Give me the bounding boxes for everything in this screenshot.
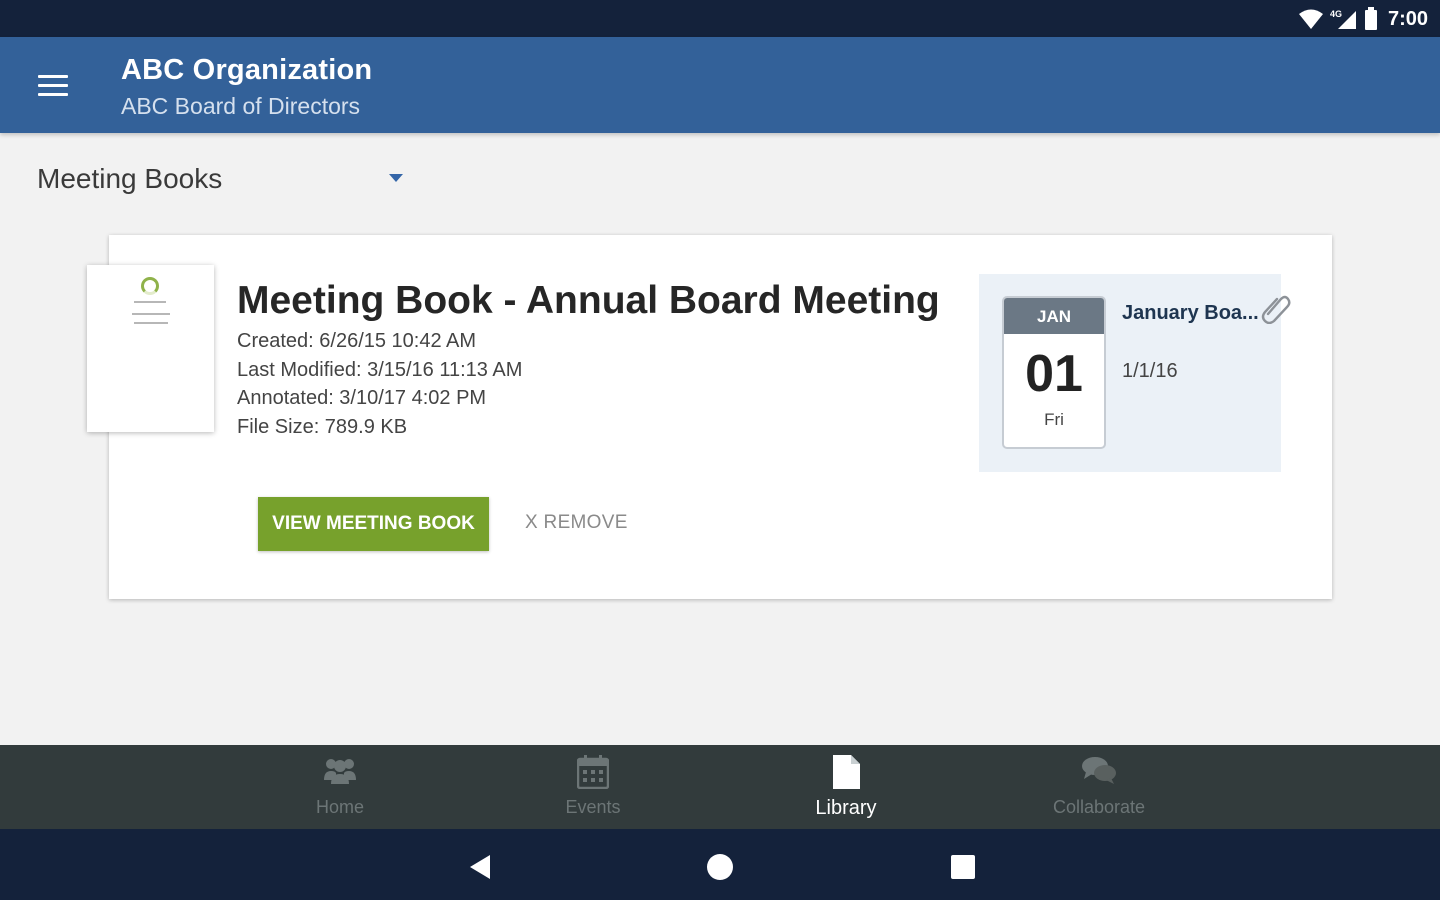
paperclip-icon bbox=[1261, 295, 1291, 324]
view-meeting-book-button[interactable]: VIEW MEETING BOOK bbox=[258, 497, 489, 551]
organization-logo-icon bbox=[141, 277, 159, 295]
nav-label-library: Library bbox=[815, 797, 877, 819]
network-type-label: 4G bbox=[1330, 9, 1342, 19]
library-filter-dropdown[interactable]: Meeting Books bbox=[28, 155, 418, 205]
nav-label-collaborate: Collaborate bbox=[1052, 797, 1146, 817]
meeting-book-thumbnail[interactable] bbox=[87, 265, 214, 432]
people-icon bbox=[324, 759, 356, 784]
board-subtitle: ABC Board of Directors bbox=[121, 93, 361, 119]
thumbnail-text-line bbox=[134, 322, 168, 324]
event-month: JAN bbox=[1004, 298, 1104, 334]
document-icon bbox=[833, 755, 860, 789]
hamburger-icon-bar bbox=[38, 83, 68, 87]
thumbnail-text-line bbox=[134, 301, 166, 303]
app-bar: ABC Organization ABC Board of Directors bbox=[0, 37, 1440, 133]
event-name: January Boa... bbox=[1122, 302, 1259, 324]
event-day: 01 bbox=[1025, 345, 1083, 403]
hamburger-icon-bar bbox=[38, 74, 68, 78]
home-circle-icon[interactable] bbox=[702, 849, 738, 885]
system-navigation-bar bbox=[0, 829, 1440, 900]
filter-selected-value: Meeting Books bbox=[37, 163, 223, 194]
battery-icon bbox=[1364, 7, 1377, 30]
event-date-calendar: JAN 01 Fri bbox=[1002, 296, 1106, 449]
thumbnail-text-line bbox=[132, 313, 170, 315]
event-date: 1/1/16 bbox=[1122, 360, 1178, 382]
created-date: Created: 6/26/15 10:42 AM bbox=[237, 330, 477, 352]
status-time: 7:00 bbox=[1387, 7, 1428, 30]
nav-label-home: Home bbox=[315, 797, 364, 817]
chat-icon bbox=[1082, 757, 1116, 784]
chat-icon-wrap bbox=[999, 755, 1199, 791]
status-bar: 4G 7:00 bbox=[0, 0, 1440, 37]
cellular-signal-icon: 4G bbox=[1330, 9, 1356, 29]
recents-square-icon[interactable] bbox=[945, 849, 981, 885]
back-icon[interactable] bbox=[462, 849, 498, 885]
nav-item-home[interactable]: Home bbox=[240, 745, 440, 829]
meeting-book-card: Meeting Book - Annual Board Meeting Crea… bbox=[87, 235, 1332, 599]
document-icon-wrap bbox=[746, 755, 946, 791]
meeting-book-title: Meeting Book - Annual Board Meeting bbox=[237, 279, 940, 322]
status-icons: 4G 7:00 bbox=[1298, 6, 1428, 32]
people-icon-wrap bbox=[240, 755, 440, 791]
organization-title: ABC Organization bbox=[121, 54, 373, 86]
event-weekday: Fri bbox=[1044, 410, 1064, 429]
nav-item-library[interactable]: Library bbox=[746, 745, 946, 829]
nav-item-collaborate[interactable]: Collaborate bbox=[999, 745, 1199, 829]
chevron-down-icon bbox=[389, 174, 403, 182]
wifi-icon bbox=[1298, 9, 1323, 29]
calendar-icon bbox=[577, 755, 609, 789]
last-modified-date: Last Modified: 3/15/16 11:13 AM bbox=[237, 359, 523, 381]
file-size: File Size: 789.9 KB bbox=[237, 416, 408, 438]
nav-label-events: Events bbox=[565, 797, 621, 817]
linked-event-panel[interactable]: JAN 01 Fri January Boa... 1/1/16 bbox=[979, 274, 1291, 472]
remove-button[interactable]: X REMOVE bbox=[525, 512, 628, 534]
bottom-navigation: Home Events Library Collaborate bbox=[0, 745, 1440, 829]
calendar-icon-wrap bbox=[493, 755, 693, 791]
annotated-date: Annotated: 3/10/17 4:02 PM bbox=[237, 387, 487, 409]
hamburger-icon-bar bbox=[38, 92, 68, 96]
menu-button[interactable] bbox=[28, 65, 80, 105]
nav-item-events[interactable]: Events bbox=[493, 745, 693, 829]
